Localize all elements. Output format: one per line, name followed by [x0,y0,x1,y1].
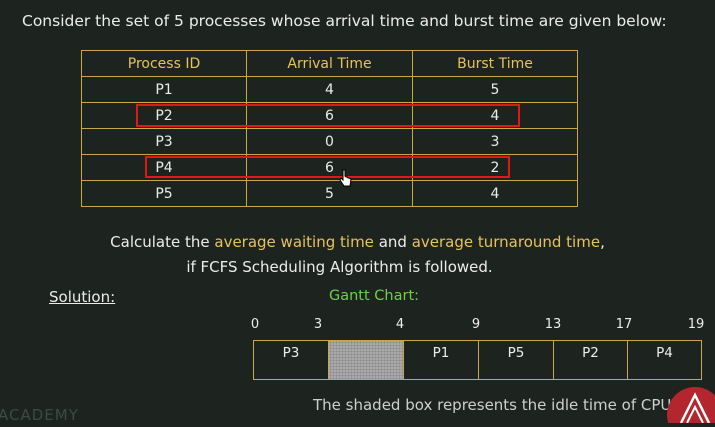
gantt-block: P4 [627,340,702,380]
table-cell: 4 [246,76,413,103]
gantt-tick-label: 9 [471,317,481,332]
table-cell: P3 [81,128,247,155]
table-cell: 5 [246,180,413,207]
gantt-chart-title: Gantt Chart: [329,288,420,304]
gantt-block: P5 [478,340,554,380]
question-line-1: Calculate the average waiting time and a… [0,233,715,251]
mouse-cursor-icon [339,168,353,192]
gantt-idle-block [328,340,404,380]
table-cell: 0 [246,128,413,155]
gantt-tick-label: 4 [395,317,405,332]
table-cell: P5 [81,180,247,207]
highlight-box-p4 [145,156,510,178]
question-text: Calculate the [110,233,215,251]
column-header: Arrival Time [246,50,413,77]
gantt-tick-label: 0 [250,317,260,332]
problem-statement: Consider the set of 5 processes whose ar… [22,12,667,30]
question-line-2: if FCFS Scheduling Algorithm is followed… [186,258,493,276]
gantt-block: P2 [553,340,628,380]
table-cell: 3 [412,128,578,155]
gantt-block: P1 [403,340,479,380]
gantt-tick-label: 19 [687,317,705,332]
question-text: , [600,233,605,251]
highlight-box-p2 [136,104,520,127]
gantt-tick-label: 13 [544,317,562,332]
gantt-tick-label: 17 [615,317,633,332]
question-text: and [373,233,412,251]
table-cell: 4 [412,180,578,207]
brand-logo-icon [665,383,715,427]
watermark: ACADEMY [0,406,79,424]
table-row: P1 4 5 [81,76,578,103]
table-cell: P1 [81,76,247,103]
question-term: average waiting time [214,233,374,251]
table-cell: 5 [412,76,578,103]
gantt-block: P3 [253,340,329,380]
table-row: P3 0 3 [81,128,578,155]
footnote: The shaded box represents the idle time … [313,396,672,414]
table-header-row: Process ID Arrival Time Burst Time [81,50,578,77]
column-header: Process ID [81,50,247,77]
solution-label: Solution: [49,288,116,306]
column-header: Burst Time [412,50,578,77]
gantt-tick-label: 3 [313,317,323,332]
question-term: average turnaround time [411,233,601,251]
process-table: Process ID Arrival Time Burst Time P1 4 … [81,50,578,207]
table-row: P5 5 4 [81,180,578,207]
